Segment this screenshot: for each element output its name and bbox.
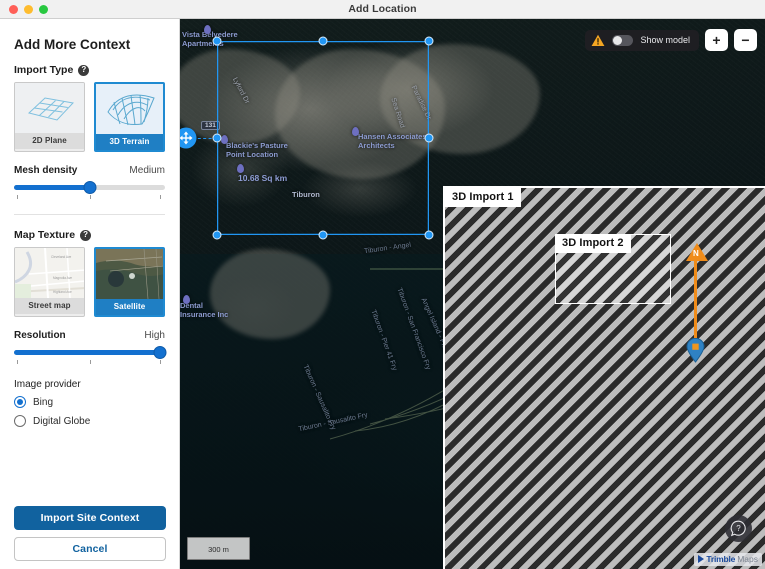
map-controls: Show model + − [585, 29, 757, 51]
selection-handle-s[interactable] [319, 231, 328, 240]
map-scale-label: 300 m [208, 545, 229, 554]
window-titlebar: Add Location [0, 0, 765, 19]
import-type-option-2d-plane-label: 2D Plane [15, 133, 84, 149]
satellite-thumbnail [96, 249, 163, 299]
resolution-slider[interactable] [14, 346, 165, 360]
resolution-row: Resolution High [14, 330, 165, 341]
import-2-tag[interactable]: 3D Import 2 [555, 234, 631, 253]
map-canvas[interactable]: Vista BelvedereApartments Lyford Dr 131 … [180, 19, 765, 569]
app-window: Add Location Add More Context Import Typ… [0, 0, 765, 569]
window-traffic-lights [9, 0, 48, 19]
map-texture-label: Map Texture [14, 229, 75, 241]
import-type-option-2d-plane[interactable]: 2D Plane [14, 82, 85, 152]
map-scale-bar: 300 m [187, 537, 250, 560]
import-type-label: Import Type [14, 64, 73, 76]
map-texture-option-satellite[interactable]: Satellite [94, 247, 165, 317]
window-title: Add Location [348, 3, 416, 15]
resolution-label: Resolution [14, 330, 66, 341]
svg-text:Cleveland Ave: Cleveland Ave [51, 255, 72, 259]
import-1-tag[interactable]: 3D Import 1 [445, 188, 521, 207]
resolution-fill [14, 350, 160, 355]
map-attribution[interactable]: Trimble Maps [694, 553, 762, 566]
selection-handle-n[interactable] [319, 37, 328, 46]
show-model-toggle[interactable]: Show model [585, 30, 699, 51]
map-texture-help-icon[interactable]: ? [80, 230, 91, 241]
resolution-knob[interactable] [154, 346, 167, 359]
resolution-ticks [14, 360, 165, 365]
import-type-section-header: Import Type ? [14, 64, 165, 76]
attribution-brand: Trimble [706, 554, 735, 564]
mesh-density-value: Medium [129, 165, 165, 176]
selection-handle-se[interactable] [425, 231, 434, 240]
image-provider-option-bing-label: Bing [33, 397, 53, 408]
mesh-density-row: Mesh density Medium [14, 165, 165, 176]
warning-triangle-icon [591, 34, 605, 47]
help-question-icon: ? [730, 520, 747, 537]
svg-text:Highland Ave: Highland Ave [53, 290, 72, 294]
zoom-window-button[interactable] [39, 5, 48, 14]
map-poi-pin[interactable] [183, 295, 190, 304]
image-provider-label: Image provider [14, 379, 165, 390]
sidebar-divider-1 [14, 214, 165, 215]
resolution-value: High [144, 330, 165, 341]
map-texture-option-street-map[interactable]: Cleveland Ave Magnolia Ave Highland Ave … [14, 247, 85, 317]
north-arrow-shaft [694, 260, 697, 342]
selection-handle-ne[interactable] [425, 37, 434, 46]
zoom-in-button[interactable]: + [705, 29, 728, 51]
svg-text:Magnolia Ave: Magnolia Ave [53, 276, 72, 280]
image-provider-option-digital-globe-label: Digital Globe [33, 416, 90, 427]
mesh-density-knob[interactable] [83, 181, 96, 194]
move-arrows-icon [180, 132, 193, 145]
mesh-density-fill [14, 185, 90, 190]
street-map-thumbnail: Cleveland Ave Magnolia Ave Highland Ave [15, 248, 84, 298]
import-type-options: 2D Plane [14, 82, 165, 152]
radio-bing[interactable] [14, 396, 26, 408]
image-provider-option-digital-globe[interactable]: Digital Globe [14, 415, 165, 427]
attribution-product: Maps [737, 554, 758, 564]
location-pin-icon[interactable] [686, 338, 705, 363]
selection-handle-sw[interactable] [213, 231, 222, 240]
mesh-density-slider[interactable] [14, 181, 165, 195]
map-selection-box[interactable] [217, 41, 429, 235]
trimble-logo-icon [698, 555, 704, 563]
minimize-window-button[interactable] [24, 5, 33, 14]
close-window-button[interactable] [9, 5, 18, 14]
cancel-button[interactable]: Cancel [14, 537, 166, 561]
import-type-option-3d-terrain[interactable]: 3D Terrain [94, 82, 165, 152]
curved-grid-icon [96, 84, 163, 134]
svg-text:?: ? [736, 524, 741, 533]
mesh-density-ticks [14, 195, 165, 200]
image-provider-option-bing[interactable]: Bing [14, 396, 165, 408]
zoom-out-button[interactable]: − [734, 29, 757, 51]
show-model-label: Show model [640, 35, 690, 45]
mesh-density-label: Mesh density [14, 165, 77, 176]
map-texture-option-street-map-label: Street map [15, 298, 84, 314]
selection-handle-e[interactable] [425, 134, 434, 143]
help-button[interactable]: ? [725, 515, 752, 542]
page-title: Add More Context [14, 37, 165, 52]
context-sidebar: Add More Context Import Type ? [0, 19, 180, 569]
map-texture-options: Cleveland Ave Magnolia Ave Highland Ave … [14, 247, 165, 317]
north-label: N [693, 249, 699, 258]
radio-digital-globe[interactable] [14, 415, 26, 427]
sidebar-actions: Import Site Context Cancel [0, 506, 180, 561]
import-2-box[interactable]: 3D Import 2 [555, 234, 671, 304]
selection-handle-nw[interactable] [213, 37, 222, 46]
map-texture-section-header: Map Texture ? [14, 229, 165, 241]
import-type-option-3d-terrain-label: 3D Terrain [96, 134, 163, 150]
show-model-switch[interactable] [612, 35, 633, 46]
flat-grid-icon [15, 83, 84, 133]
import-site-context-button[interactable]: Import Site Context [14, 506, 166, 530]
model-viewport[interactable]: 3D Import 1 3D Import 2 N ? [443, 186, 765, 569]
map-poi-pin[interactable] [204, 25, 211, 34]
import-type-help-icon[interactable]: ? [78, 65, 89, 76]
map-texture-option-satellite-label: Satellite [96, 299, 163, 315]
